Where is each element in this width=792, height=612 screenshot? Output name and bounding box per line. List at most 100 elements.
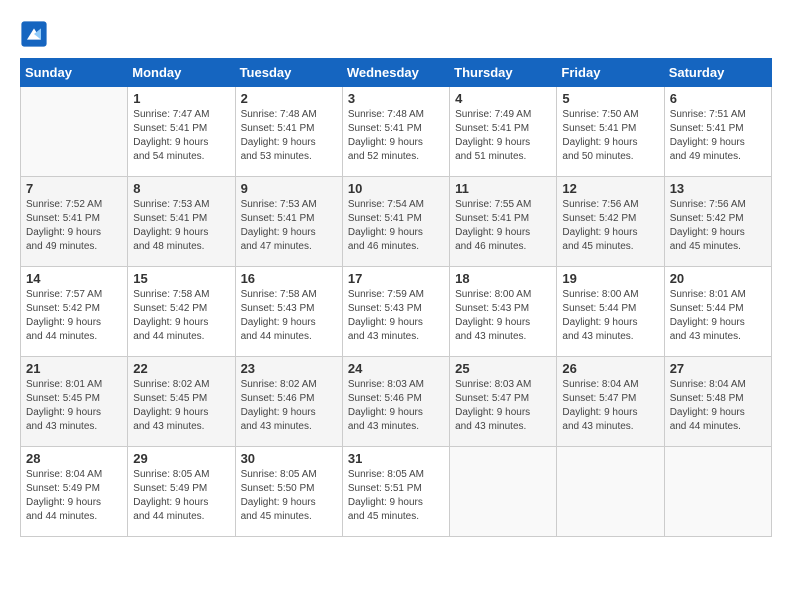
- day-number: 10: [348, 181, 444, 196]
- calendar-cell: 8 Sunrise: 7:53 AMSunset: 5:41 PMDaylight…: [128, 177, 235, 267]
- calendar-cell: 16 Sunrise: 7:58 AMSunset: 5:43 PMDayligh…: [235, 267, 342, 357]
- day-info: Sunrise: 7:48 AMSunset: 5:41 PMDaylight:…: [348, 108, 444, 164]
- day-info: Sunrise: 7:59 AMSunset: 5:43 PMDaylight:…: [348, 288, 444, 344]
- calendar-cell: 14 Sunrise: 7:57 AMSunset: 5:42 PMDayligh…: [21, 267, 128, 357]
- logo: [20, 20, 52, 48]
- day-info: Sunrise: 7:52 AMSunset: 5:41 PMDaylight:…: [26, 198, 122, 254]
- calendar-week-row: 1Sunrise: 7:47 AMSunset: 5:41 PMDaylight…: [21, 87, 772, 177]
- calendar-cell: 29 Sunrise: 8:05 AMSunset: 5:49 PMDayligh…: [128, 447, 235, 537]
- calendar-week-row: 21 Sunrise: 8:01 AMSunset: 5:45 PMDayligh…: [21, 357, 772, 447]
- calendar-cell: 20 Sunrise: 8:01 AMSunset: 5:44 PMDayligh…: [664, 267, 771, 357]
- day-info: Sunrise: 8:05 AMSunset: 5:50 PMDaylight:…: [241, 468, 337, 524]
- calendar-cell: 26 Sunrise: 8:04 AMSunset: 5:47 PMDayligh…: [557, 357, 664, 447]
- day-number: 30: [241, 451, 337, 466]
- day-info: Sunrise: 8:00 AMSunset: 5:44 PMDaylight:…: [562, 288, 658, 344]
- calendar-cell: 31 Sunrise: 8:05 AMSunset: 5:51 PMDayligh…: [342, 447, 449, 537]
- calendar-cell: 21 Sunrise: 8:01 AMSunset: 5:45 PMDayligh…: [21, 357, 128, 447]
- day-info: Sunrise: 8:02 AMSunset: 5:45 PMDaylight:…: [133, 378, 229, 434]
- day-number: 31: [348, 451, 444, 466]
- weekday-header-tuesday: Tuesday: [235, 59, 342, 87]
- day-number: 16: [241, 271, 337, 286]
- calendar-cell: 1Sunrise: 7:47 AMSunset: 5:41 PMDaylight…: [128, 87, 235, 177]
- calendar-cell: 27 Sunrise: 8:04 AMSunset: 5:48 PMDayligh…: [664, 357, 771, 447]
- day-number: 6: [670, 91, 766, 106]
- calendar-cell: 6 Sunrise: 7:51 AMSunset: 5:41 PMDaylight…: [664, 87, 771, 177]
- day-info: Sunrise: 7:53 AMSunset: 5:41 PMDaylight:…: [241, 198, 337, 254]
- day-number: 1: [133, 91, 229, 106]
- calendar-cell: 9 Sunrise: 7:53 AMSunset: 5:41 PMDaylight…: [235, 177, 342, 267]
- calendar-cell: 19 Sunrise: 8:00 AMSunset: 5:44 PMDayligh…: [557, 267, 664, 357]
- day-number: 25: [455, 361, 551, 376]
- calendar-cell: 10 Sunrise: 7:54 AMSunset: 5:41 PMDayligh…: [342, 177, 449, 267]
- calendar-cell: [664, 447, 771, 537]
- day-info: Sunrise: 8:00 AMSunset: 5:43 PMDaylight:…: [455, 288, 551, 344]
- calendar-cell: 4 Sunrise: 7:49 AMSunset: 5:41 PMDaylight…: [450, 87, 557, 177]
- day-info: Sunrise: 8:04 AMSunset: 5:49 PMDaylight:…: [26, 468, 122, 524]
- calendar-cell: 28 Sunrise: 8:04 AMSunset: 5:49 PMDayligh…: [21, 447, 128, 537]
- day-info: Sunrise: 7:56 AMSunset: 5:42 PMDaylight:…: [670, 198, 766, 254]
- calendar-body: 1Sunrise: 7:47 AMSunset: 5:41 PMDaylight…: [21, 87, 772, 537]
- day-info: Sunrise: 7:55 AMSunset: 5:41 PMDaylight:…: [455, 198, 551, 254]
- day-info: Sunrise: 7:57 AMSunset: 5:42 PMDaylight:…: [26, 288, 122, 344]
- day-number: 13: [670, 181, 766, 196]
- day-number: 22: [133, 361, 229, 376]
- day-info: Sunrise: 8:05 AMSunset: 5:51 PMDaylight:…: [348, 468, 444, 524]
- weekday-header-saturday: Saturday: [664, 59, 771, 87]
- calendar-header: SundayMondayTuesdayWednesdayThursdayFrid…: [21, 59, 772, 87]
- calendar-cell: 30 Sunrise: 8:05 AMSunset: 5:50 PMDayligh…: [235, 447, 342, 537]
- day-info: Sunrise: 7:49 AMSunset: 5:41 PMDaylight:…: [455, 108, 551, 164]
- day-number: 14: [26, 271, 122, 286]
- day-info: Sunrise: 7:54 AMSunset: 5:41 PMDaylight:…: [348, 198, 444, 254]
- day-number: 21: [26, 361, 122, 376]
- calendar-cell: 18 Sunrise: 8:00 AMSunset: 5:43 PMDayligh…: [450, 267, 557, 357]
- calendar-cell: 15 Sunrise: 7:58 AMSunset: 5:42 PMDayligh…: [128, 267, 235, 357]
- day-number: 28: [26, 451, 122, 466]
- calendar-cell: 23Sunrise: 8:02 AMSunset: 5:46 PMDayligh…: [235, 357, 342, 447]
- day-info: Sunrise: 8:04 AMSunset: 5:48 PMDaylight:…: [670, 378, 766, 434]
- day-number: 9: [241, 181, 337, 196]
- day-info: Sunrise: 7:58 AMSunset: 5:42 PMDaylight:…: [133, 288, 229, 344]
- day-info: Sunrise: 7:58 AMSunset: 5:43 PMDaylight:…: [241, 288, 337, 344]
- weekday-header-wednesday: Wednesday: [342, 59, 449, 87]
- day-info: Sunrise: 7:53 AMSunset: 5:41 PMDaylight:…: [133, 198, 229, 254]
- calendar-cell: 17 Sunrise: 7:59 AMSunset: 5:43 PMDayligh…: [342, 267, 449, 357]
- calendar-cell: 13 Sunrise: 7:56 AMSunset: 5:42 PMDayligh…: [664, 177, 771, 267]
- day-info: Sunrise: 8:04 AMSunset: 5:47 PMDaylight:…: [562, 378, 658, 434]
- day-number: 4: [455, 91, 551, 106]
- page-header: [20, 20, 772, 48]
- day-info: Sunrise: 8:05 AMSunset: 5:49 PMDaylight:…: [133, 468, 229, 524]
- day-info: Sunrise: 7:56 AMSunset: 5:42 PMDaylight:…: [562, 198, 658, 254]
- calendar-cell: 22 Sunrise: 8:02 AMSunset: 5:45 PMDayligh…: [128, 357, 235, 447]
- calendar-cell: 7Sunrise: 7:52 AMSunset: 5:41 PMDaylight…: [21, 177, 128, 267]
- day-number: 8: [133, 181, 229, 196]
- day-info: Sunrise: 8:01 AMSunset: 5:45 PMDaylight:…: [26, 378, 122, 434]
- day-number: 3: [348, 91, 444, 106]
- day-number: 26: [562, 361, 658, 376]
- calendar-cell: 5 Sunrise: 7:50 AMSunset: 5:41 PMDaylight…: [557, 87, 664, 177]
- day-number: 5: [562, 91, 658, 106]
- day-number: 17: [348, 271, 444, 286]
- day-number: 24: [348, 361, 444, 376]
- weekday-header-row: SundayMondayTuesdayWednesdayThursdayFrid…: [21, 59, 772, 87]
- calendar-cell: [557, 447, 664, 537]
- calendar-cell: 11Sunrise: 7:55 AMSunset: 5:41 PMDayligh…: [450, 177, 557, 267]
- logo-icon: [20, 20, 48, 48]
- day-number: 18: [455, 271, 551, 286]
- day-info: Sunrise: 8:03 AMSunset: 5:46 PMDaylight:…: [348, 378, 444, 434]
- day-number: 2: [241, 91, 337, 106]
- day-number: 15: [133, 271, 229, 286]
- day-number: 27: [670, 361, 766, 376]
- calendar-cell: 12Sunrise: 7:56 AMSunset: 5:42 PMDayligh…: [557, 177, 664, 267]
- calendar-week-row: 28 Sunrise: 8:04 AMSunset: 5:49 PMDayligh…: [21, 447, 772, 537]
- day-number: 29: [133, 451, 229, 466]
- day-number: 19: [562, 271, 658, 286]
- day-info: Sunrise: 8:03 AMSunset: 5:47 PMDaylight:…: [455, 378, 551, 434]
- calendar-table: SundayMondayTuesdayWednesdayThursdayFrid…: [20, 58, 772, 537]
- day-info: Sunrise: 7:51 AMSunset: 5:41 PMDaylight:…: [670, 108, 766, 164]
- day-info: Sunrise: 8:02 AMSunset: 5:46 PMDaylight:…: [241, 378, 337, 434]
- weekday-header-thursday: Thursday: [450, 59, 557, 87]
- day-info: Sunrise: 7:50 AMSunset: 5:41 PMDaylight:…: [562, 108, 658, 164]
- day-number: 20: [670, 271, 766, 286]
- day-info: Sunrise: 8:01 AMSunset: 5:44 PMDaylight:…: [670, 288, 766, 344]
- weekday-header-monday: Monday: [128, 59, 235, 87]
